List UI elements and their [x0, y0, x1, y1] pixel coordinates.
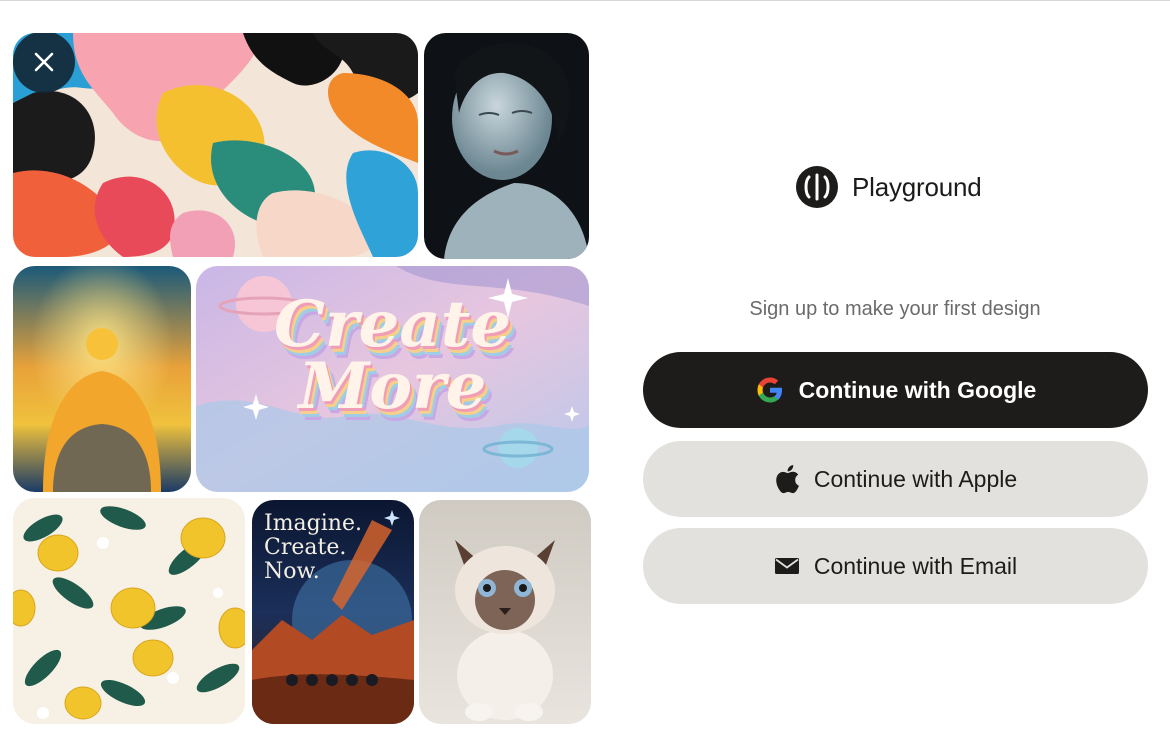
apple-button-label: Continue with Apple: [813, 465, 1018, 492]
continue-with-apple-button[interactable]: Continue with Apple: [643, 441, 1148, 517]
brand-logo: Playground: [795, 165, 982, 209]
gallery-kitten-photo: [419, 500, 591, 724]
signup-panel: Playground Sign up to make your first de…: [600, 1, 1170, 735]
poster-line-1: Imagine.: [264, 511, 362, 536]
playground-logo-icon: [796, 166, 838, 208]
continue-with-email-button[interactable]: Continue with Email: [643, 528, 1148, 604]
google-icon: [755, 375, 785, 405]
close-button[interactable]: [13, 33, 75, 93]
signup-subtitle: Sign up to make your first design: [749, 298, 1041, 320]
poster-line-3: Now.: [264, 559, 320, 584]
mail-icon: [774, 556, 800, 576]
gallery-abstract-art: [13, 33, 418, 257]
close-icon: [34, 52, 54, 72]
poster-text: Imagine. Create. Now.: [264, 512, 362, 584]
continue-with-google-button[interactable]: Continue with Google: [643, 352, 1148, 428]
banner-text: Create More: [273, 287, 512, 424]
signup-modal: Create More Imagine. Create. Now. Playgr…: [0, 0, 1170, 735]
google-button-label: Continue with Google: [798, 376, 1037, 403]
image-gallery: Create More Imagine. Create. Now.: [0, 1, 600, 735]
gallery-imagine-poster: Imagine. Create. Now.: [252, 500, 414, 724]
gallery-lemon-pattern: [13, 498, 245, 724]
apple-icon: [774, 464, 800, 494]
gallery-portrait: [424, 33, 589, 259]
gallery-create-more-banner: Create More: [196, 266, 589, 492]
gallery-glowing-figure: [13, 266, 191, 492]
brand-name: Playground: [852, 171, 982, 202]
poster-line-2: Create.: [264, 535, 347, 560]
email-button-label: Continue with Email: [813, 552, 1018, 579]
create-more-text: Create More: [196, 287, 589, 424]
